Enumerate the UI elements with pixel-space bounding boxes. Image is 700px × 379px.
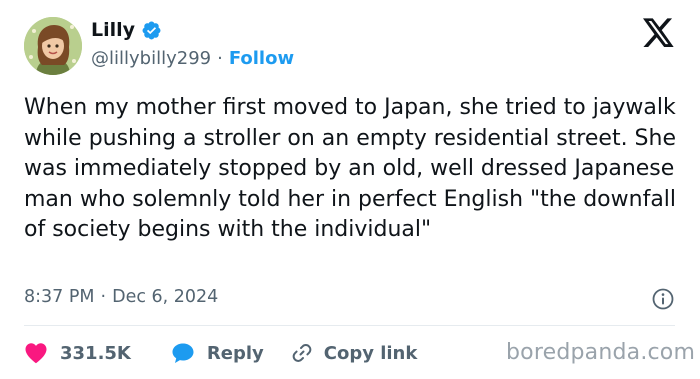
verified-badge-icon [141,20,162,41]
x-logo-icon[interactable] [643,18,675,48]
author-name[interactable]: Lilly [91,19,135,41]
info-icon[interactable] [651,287,675,311]
heart-icon [24,342,48,364]
follow-button[interactable]: Follow [229,48,294,69]
avatar-illustration [24,17,82,75]
copy-link-button[interactable]: Copy link [290,341,418,365]
reply-button[interactable]: Reply [171,342,264,364]
link-icon [290,341,314,365]
tweet-card: Lilly @lillybilly299 · Follow When my mo… [0,0,700,379]
avatar[interactable] [24,17,82,75]
author-name-row: Lilly [91,19,162,41]
speech-bubble-icon [171,342,195,364]
author-handle[interactable]: @lillybilly299 [91,48,211,69]
reply-label: Reply [206,342,264,364]
tweet-text: When my mother first moved to Japan, she… [24,95,677,242]
timestamp[interactable]: 8:37 PM · Dec 6, 2024 [24,287,218,307]
source-watermark: boredpanda.com [506,340,696,365]
copy-link-label: Copy link [323,342,418,364]
like-count: 331.5K [60,342,131,364]
tweet-date[interactable]: Dec 6, 2024 [112,287,218,307]
timestamp-separator: · [100,287,107,307]
like-button[interactable]: 331.5K [24,342,131,364]
tweet-time[interactable]: 8:37 PM [24,287,95,307]
author-handle-row: @lillybilly299 · Follow [91,48,294,69]
action-bar: 331.5K Reply Copy link [24,338,417,368]
divider [24,325,675,326]
handle-separator: · [217,48,223,69]
